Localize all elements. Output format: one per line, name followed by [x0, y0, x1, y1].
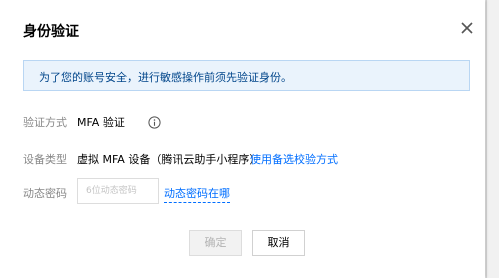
identity-verification-dialog: 身份验证 为了您的账号安全，进行敏感操作前须先验证身份。 验证方式 MFA 验证…	[0, 0, 485, 278]
cancel-button[interactable]: 取消	[252, 230, 305, 256]
verification-method-label: 验证方式	[23, 116, 67, 129]
dialog-title: 身份验证	[23, 24, 79, 40]
where-is-dynamic-code-link[interactable]: 动态密码在哪	[164, 185, 230, 203]
confirm-button[interactable]: 确定	[189, 230, 242, 256]
verification-method-value: MFA 验证	[77, 116, 125, 129]
security-notice-text: 为了您的账号安全，进行敏感操作前须先验证身份。	[39, 71, 292, 84]
dynamic-code-input[interactable]	[77, 178, 159, 204]
use-alternate-verification-link[interactable]: 使用备选校验方式	[250, 151, 338, 167]
device-type-label: 设备类型	[23, 153, 67, 166]
info-icon[interactable]	[148, 114, 161, 129]
device-type-value: 虚拟 MFA 设备（腾讯云助手小程序）	[77, 153, 261, 166]
security-notice-banner: 为了您的账号安全，进行敏感操作前须先验证身份。	[23, 60, 470, 91]
dynamic-code-label: 动态密码	[23, 187, 67, 200]
close-icon[interactable]	[456, 17, 478, 39]
background-page-edge	[486, 0, 499, 278]
